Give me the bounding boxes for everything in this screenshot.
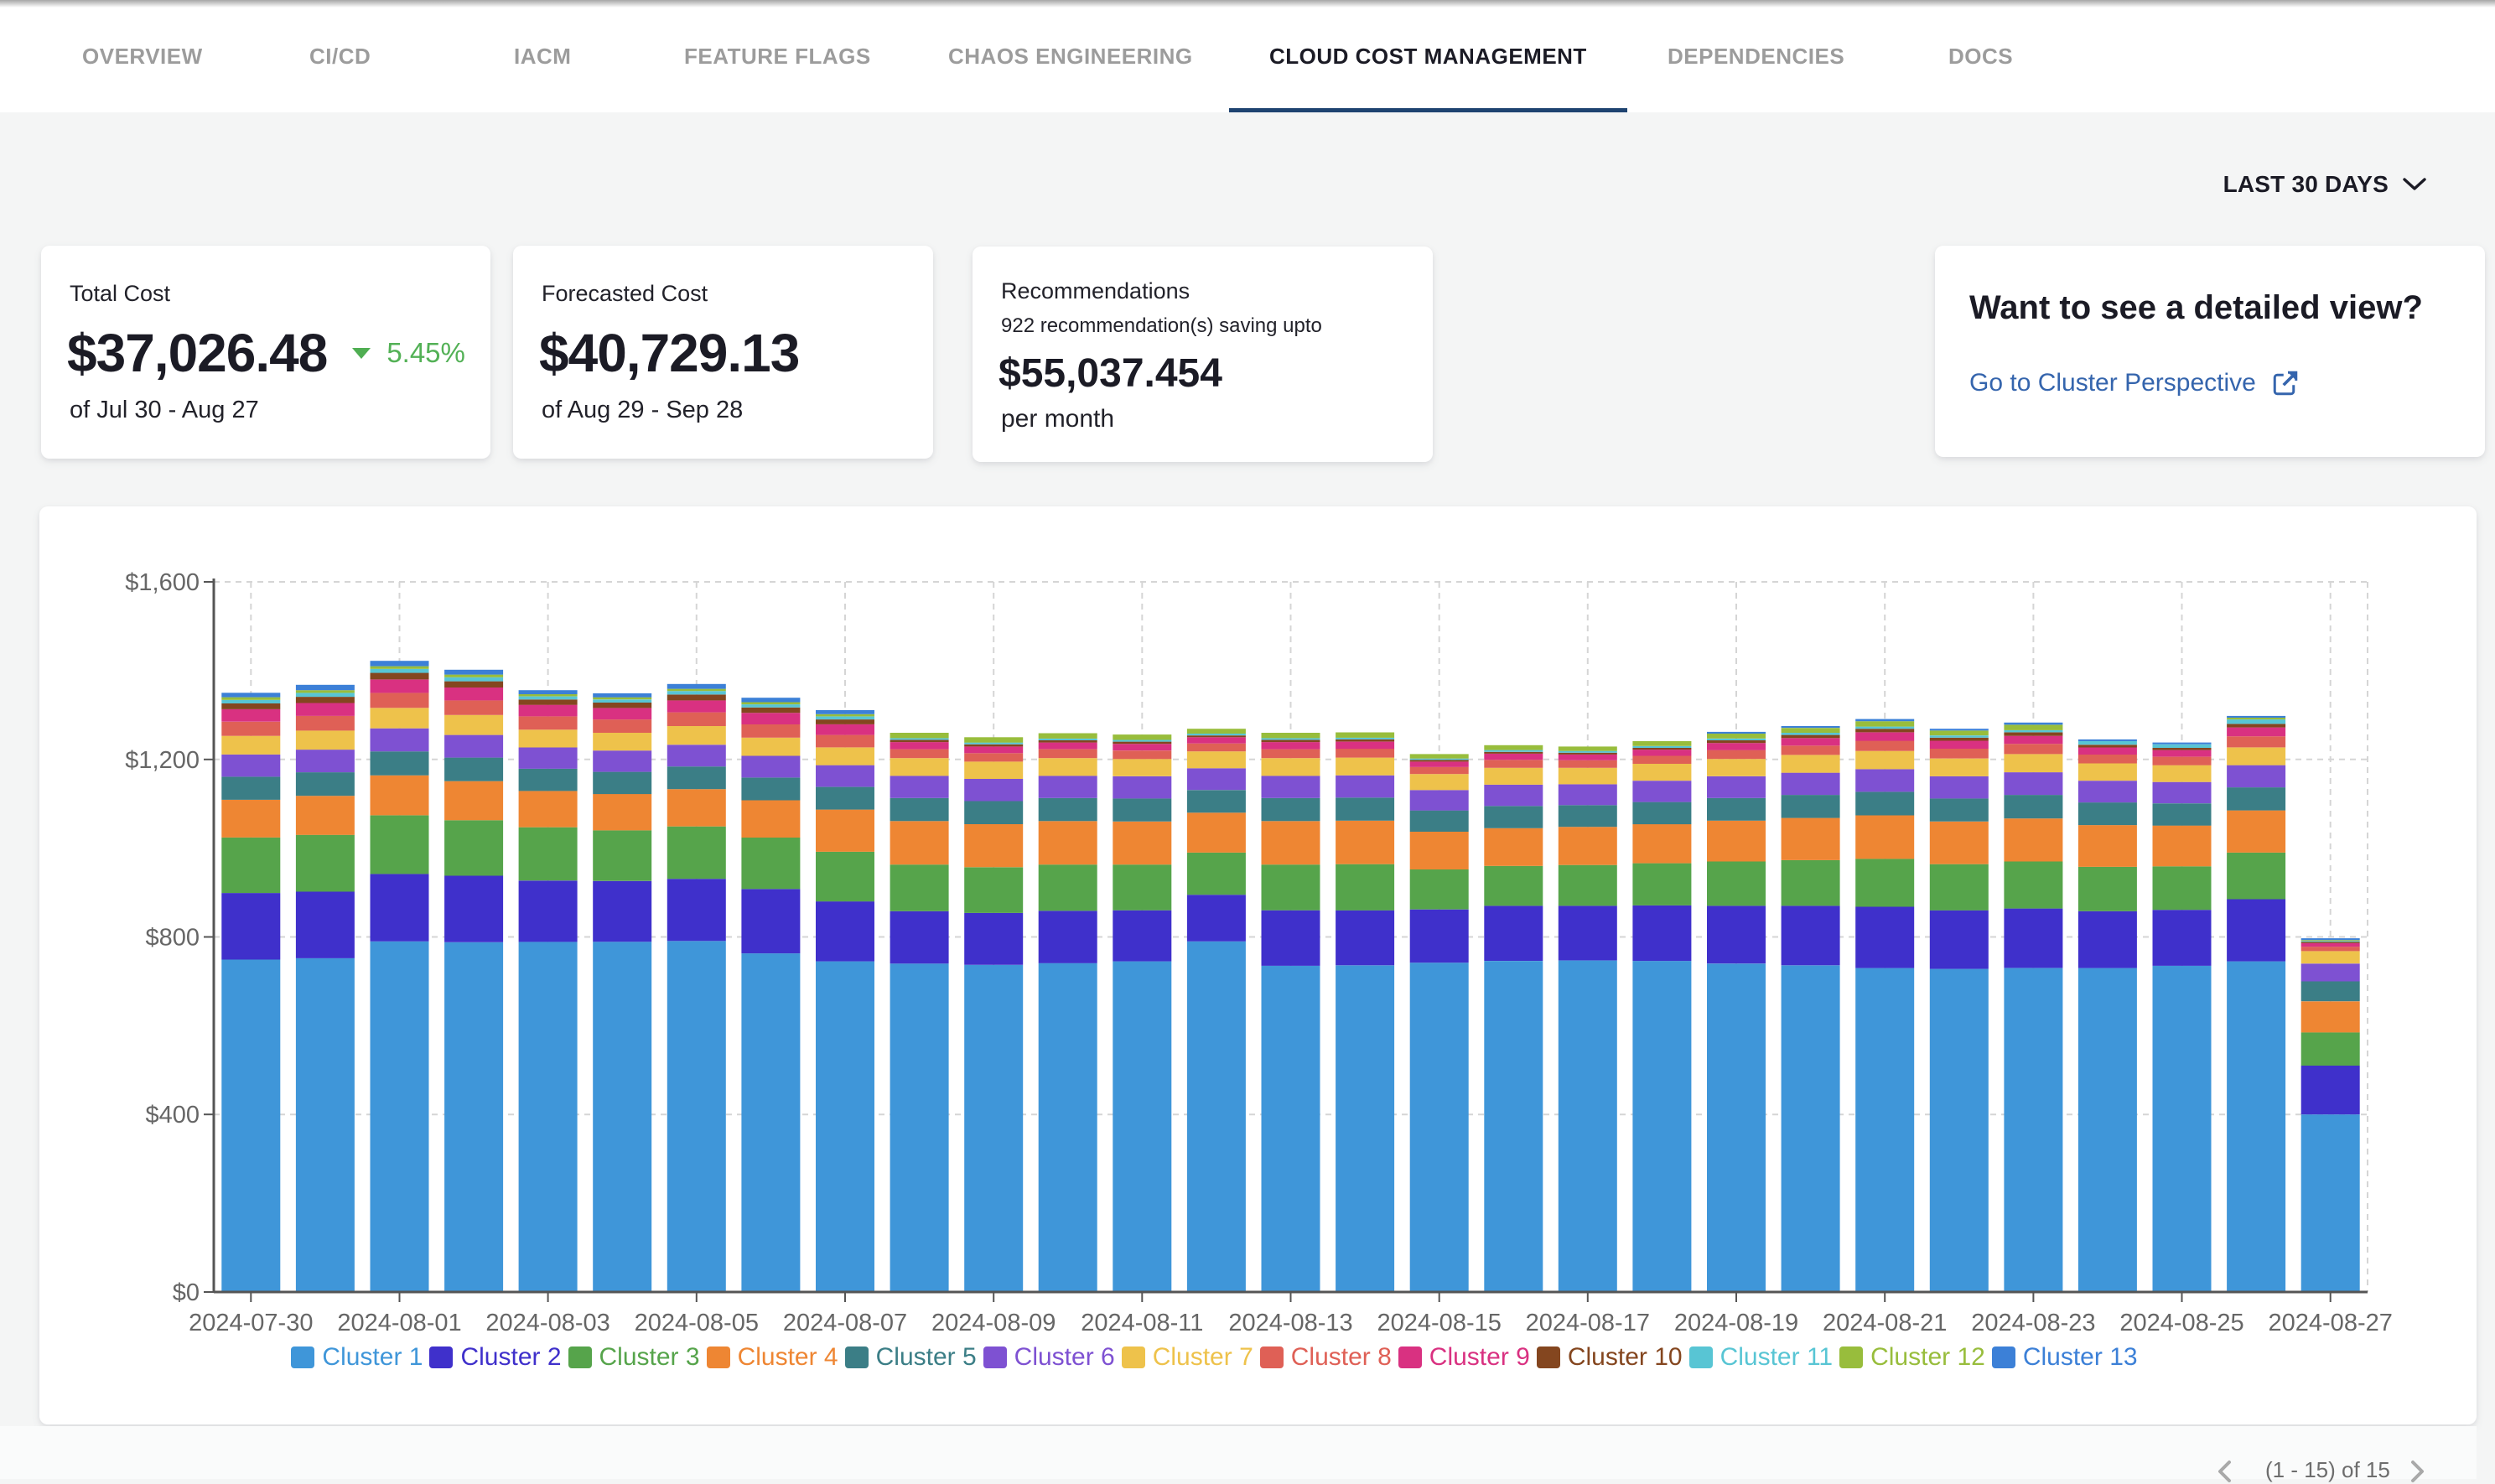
svg-text:$1,200: $1,200	[125, 747, 200, 774]
svg-text:2024-08-27: 2024-08-27	[2269, 1310, 2393, 1336]
svg-text:2024-08-05: 2024-08-05	[635, 1310, 759, 1336]
svg-text:2024-08-21: 2024-08-21	[1823, 1310, 1947, 1336]
svg-text:2024-08-19: 2024-08-19	[1674, 1310, 1798, 1336]
svg-text:2024-08-03: 2024-08-03	[485, 1310, 609, 1336]
svg-text:$800: $800	[145, 925, 200, 952]
svg-text:2024-08-11: 2024-08-11	[1081, 1310, 1203, 1336]
svg-text:2024-08-01: 2024-08-01	[337, 1310, 461, 1336]
svg-text:$0: $0	[173, 1279, 200, 1306]
svg-text:2024-08-13: 2024-08-13	[1228, 1310, 1352, 1336]
svg-text:2024-08-15: 2024-08-15	[1377, 1310, 1502, 1336]
svg-text:2024-08-17: 2024-08-17	[1526, 1310, 1650, 1336]
svg-text:2024-08-25: 2024-08-25	[2119, 1310, 2243, 1336]
svg-text:2024-07-30: 2024-07-30	[189, 1310, 313, 1336]
svg-text:2024-08-23: 2024-08-23	[1971, 1310, 2095, 1336]
svg-text:2024-08-07: 2024-08-07	[783, 1310, 907, 1336]
svg-text:$1,600: $1,600	[125, 569, 200, 596]
svg-text:$400: $400	[145, 1102, 200, 1129]
svg-text:2024-08-09: 2024-08-09	[931, 1310, 1056, 1336]
